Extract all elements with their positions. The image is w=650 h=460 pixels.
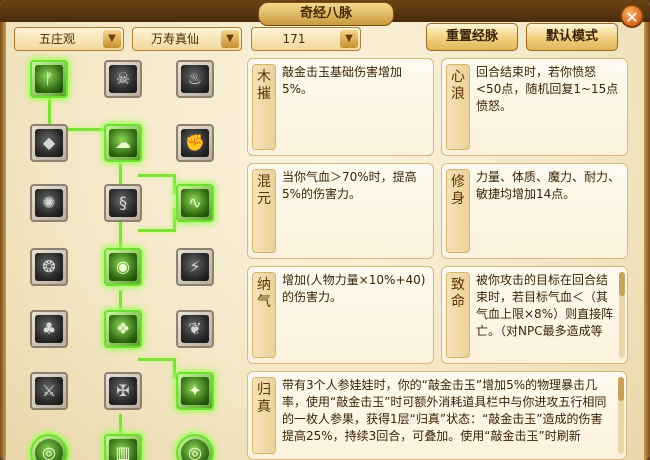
meridian-card[interactable]: 木摧 敲金击玉基础伤害增加5%。 [247, 58, 434, 156]
path-segment [119, 414, 122, 434]
meridian-node[interactable]: ❂ [30, 248, 68, 286]
censer-icon: ♨ [181, 65, 209, 93]
meridian-node[interactable]: ⚔ [30, 372, 68, 410]
orb-bottom-right-icon: ◎ [181, 439, 209, 460]
snake-icon: ∿ [181, 189, 209, 217]
level-dropdown[interactable]: 171 ▼ [251, 27, 361, 51]
frame-left [0, 22, 6, 460]
meridian-node[interactable]: § [104, 184, 142, 222]
twist-icon: ✠ [109, 377, 137, 405]
school-dropdown[interactable]: 万寿真仙 ▼ [132, 27, 242, 51]
meridian-node[interactable]: ✠ [104, 372, 142, 410]
frame-right [644, 22, 650, 460]
rock-icon: ◆ [35, 129, 63, 157]
meridian-node[interactable]: ♨ [176, 60, 214, 98]
sect-dropdown-value: 五庄观 [38, 32, 75, 46]
meridian-card-label: 致命 [446, 272, 470, 358]
meridian-card-label: 混元 [252, 169, 276, 253]
level-dropdown-value: 171 [282, 32, 306, 46]
orb-bottom-left-icon: ◎ [35, 439, 63, 460]
meridian-card[interactable]: 纳气 增加(人物力量×10%+40)的伤害力。 [247, 266, 434, 364]
scrollbar[interactable] [618, 377, 624, 454]
reset-meridian-button[interactable]: 重置经脉 [426, 23, 518, 51]
scrollbar[interactable] [619, 272, 625, 358]
tree-icon: ᚠ [35, 65, 63, 93]
path-segment [138, 229, 176, 232]
meridian-node[interactable]: ∿ [176, 184, 214, 222]
meridian-card-desc: 力量、体质、魔力、耐力、敏捷均增加14点。 [476, 170, 621, 201]
path-segment [138, 174, 174, 177]
leaf-sigil-icon: ❦ [181, 315, 209, 343]
meridian-node[interactable]: ◎ [176, 434, 214, 460]
meridian-node[interactable]: ◆ [30, 124, 68, 162]
sun-disc-icon: ◉ [109, 253, 137, 281]
meridian-grid: ᚠ ☠ ♨ ◆ ☁ ✊ ✺ § ∿ ❂ ◉ ⚡ ♣ ❖ ❦ ⚔ ✠ ✦ ◎ ▥ … [20, 58, 245, 460]
meridian-node[interactable]: ✦ [176, 372, 214, 410]
meridian-card[interactable]: 混元 当你气血＞70%时，提高5%的伤害力。 [247, 163, 434, 259]
meridian-node[interactable]: ❖ [104, 310, 142, 348]
chevron-down-icon: ▼ [103, 30, 121, 48]
chevron-down-icon: ▼ [340, 30, 358, 48]
meridian-card-desc: 当你气血＞70%时，提高5%的伤害力。 [282, 170, 417, 201]
bells-icon: ♣ [35, 315, 63, 343]
path-segment [138, 358, 176, 361]
ghost-icon: ☠ [109, 65, 137, 93]
meridian-card-desc: 敲金击玉基础伤害增加5%。 [282, 65, 403, 96]
close-icon: ✕ [625, 8, 639, 27]
meridian-card[interactable]: 归真 带有3个人参娃娃时，你的“敲金击玉”增加5%的物理暴击几率，使用“敲金击玉… [247, 371, 627, 460]
scrollbar-thumb[interactable] [618, 377, 624, 401]
meridian-card-label: 木摧 [252, 64, 276, 150]
meridian-node[interactable]: ⚡ [176, 248, 214, 286]
meridian-card-desc: 带有3个人参娃娃时，你的“敲金击玉”增加5%的物理暴击几率，使用“敲金击玉”时可… [282, 378, 607, 443]
gate-bottom-icon: ▥ [109, 439, 137, 460]
meridian-card-label: 修身 [446, 169, 470, 253]
fist-icon: ✊ [181, 129, 209, 157]
dragon-orb-icon: ❖ [109, 315, 137, 343]
meridian-card-label: 纳气 [252, 272, 276, 358]
runner-icon: ⚡ [181, 253, 209, 281]
meridian-card-desc: 增加(人物力量×10%+40)的伤害力。 [282, 273, 426, 304]
meridian-node[interactable]: ✊ [176, 124, 214, 162]
spiral-icon: § [109, 189, 137, 217]
warrior-icon: ✦ [181, 377, 209, 405]
meridian-node[interactable]: ♣ [30, 310, 68, 348]
sect-dropdown[interactable]: 五庄观 ▼ [14, 27, 124, 51]
orbs-icon: ❂ [35, 253, 63, 281]
meridian-node[interactable]: ✺ [30, 184, 68, 222]
blades-icon: ⚔ [35, 377, 63, 405]
wheel-icon: ✺ [35, 189, 63, 217]
school-dropdown-value: 万寿真仙 [150, 32, 199, 46]
meridian-node[interactable]: ◉ [104, 248, 142, 286]
meridian-node[interactable]: ▥ [104, 434, 142, 460]
meridian-card-desc: 被你攻击的目标在回合结束时，若目标气血＜（其气血上限×8%）则直接阵亡。（对NP… [476, 273, 614, 338]
meridian-window: 奇经八脉 ✕ 五庄观 ▼ 万寿真仙 ▼ 171 ▼ 重置经脉 默认模式 ᚠ ☠ … [0, 0, 650, 460]
close-button[interactable]: ✕ [620, 4, 644, 28]
meridian-card[interactable]: 致命 被你攻击的目标在回合结束时，若目标气血＜（其气血上限×8%）则直接阵亡。（… [441, 266, 628, 364]
meridian-node[interactable]: ☠ [104, 60, 142, 98]
meridian-node[interactable]: ◎ [30, 434, 68, 460]
meridian-card-desc: 回合结束时，若你愤怒<50点，随机回复1~15点愤怒。 [476, 65, 619, 113]
meridian-card[interactable]: 心浪 回合结束时，若你愤怒<50点，随机回复1~15点愤怒。 [441, 58, 628, 156]
meridian-node[interactable]: ❦ [176, 310, 214, 348]
meridian-card-label: 归真 [252, 377, 276, 454]
meridian-card-label: 心浪 [446, 64, 470, 150]
meridian-node[interactable]: ᚠ [30, 60, 68, 98]
meridian-node[interactable]: ☁ [104, 124, 142, 162]
meridian-card[interactable]: 修身 力量、体质、魔力、耐力、敏捷均增加14点。 [441, 163, 628, 259]
window-title: 奇经八脉 [258, 2, 394, 26]
cloud-swirl-icon: ☁ [109, 129, 137, 157]
scrollbar-thumb[interactable] [619, 272, 625, 296]
default-mode-button[interactable]: 默认模式 [526, 23, 618, 51]
chevron-down-icon: ▼ [221, 30, 239, 48]
